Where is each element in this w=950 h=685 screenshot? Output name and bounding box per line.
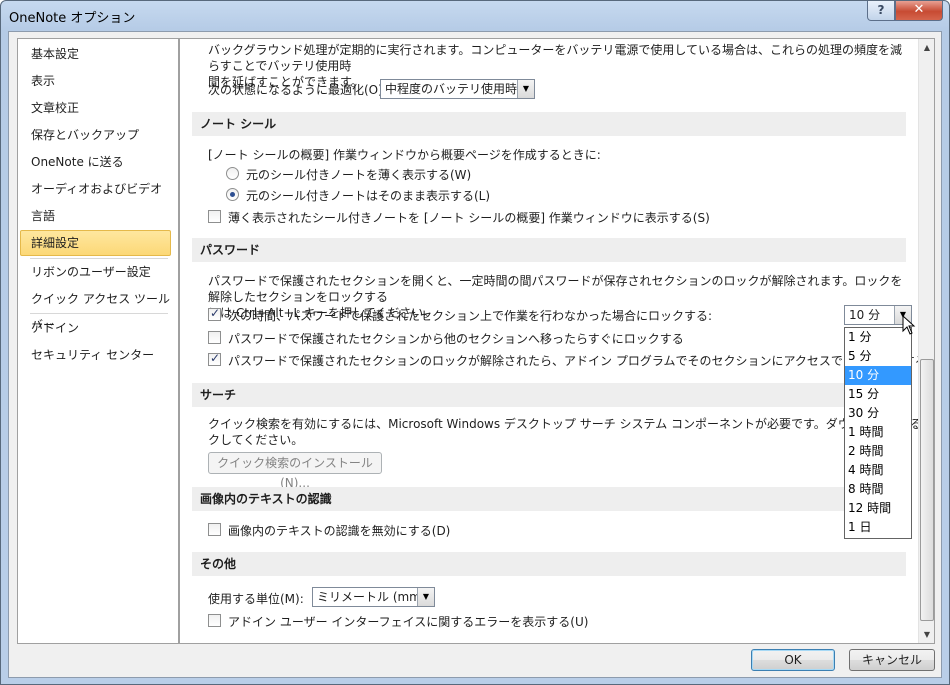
sidebar-item-addins[interactable]: アドイン	[20, 315, 171, 341]
option-5-min[interactable]: 5 分	[845, 347, 911, 366]
checkbox-lock-on-leave-label[interactable]: パスワードで保護されたセクションから他のセクションへ移ったらすぐにロックする	[228, 330, 684, 347]
lock-time-options[interactable]: 1 分 5 分 10 分 15 分 30 分 1 時間 2 時間 4 時間 8 …	[844, 327, 912, 539]
sidebar-item-customize-ribbon[interactable]: リボンのユーザー設定	[20, 259, 171, 285]
checkbox-addin-access[interactable]	[208, 351, 221, 366]
sidebar-item-general[interactable]: 基本設定	[20, 41, 171, 67]
checkbox-disable-ocr[interactable]	[208, 523, 221, 536]
search-description: クイック検索を有効にするには、Microsoft Windows デスクトップ …	[208, 416, 935, 448]
checkbox-lock-on-leave[interactable]	[208, 331, 221, 344]
sidebar-item-trust-center[interactable]: セキュリティ センター	[20, 342, 171, 368]
dialog-body: 基本設定 表示 文章校正 保存とバックアップ OneNote に送る オーディオ…	[8, 31, 942, 678]
option-12-hours[interactable]: 12 時間	[845, 499, 911, 518]
sidebar-item-audio-video[interactable]: オーディオおよびビデオ	[20, 176, 171, 202]
help-button[interactable]: ?	[867, 1, 895, 21]
section-header-note-seal: ノート シール	[192, 112, 906, 136]
mouse-cursor-icon	[902, 315, 916, 335]
ok-button[interactable]: OK	[751, 649, 835, 671]
option-10-min[interactable]: 10 分	[845, 366, 911, 385]
units-value: ミリメートル (mm)	[317, 590, 426, 604]
scroll-thumb[interactable]	[920, 359, 934, 621]
note-seal-intro: [ノート シールの概要] 作業ウィンドウから概要ページを作成するときに:	[208, 148, 601, 162]
sidebar-divider	[30, 313, 168, 314]
sidebar-item-display[interactable]: 表示	[20, 68, 171, 94]
options-dialog: OneNote オプション ? ✕ 基本設定 表示 文章校正 保存とバックアップ…	[0, 0, 950, 685]
section-header-ocr: 画像内のテキストの認識	[192, 487, 906, 511]
section-header-password: パスワード	[192, 238, 906, 262]
battery-desc-line1: バックグラウンド処理が定期的に実行されます。コンピューターをバッテリ電源で使用し…	[208, 43, 902, 73]
section-header-other: その他	[192, 552, 906, 576]
sidebar-item-advanced[interactable]: 詳細設定	[20, 230, 171, 256]
option-1-hour[interactable]: 1 時間	[845, 423, 911, 442]
optimize-value: 中程度のバッテリ使用時間	[385, 82, 530, 96]
units-label: 使用する単位(M):	[208, 592, 304, 606]
lock-time-value: 10 分	[849, 308, 881, 322]
option-15-min[interactable]: 15 分	[845, 385, 911, 404]
scroll-up-icon[interactable]: ▲	[919, 39, 934, 56]
checkbox-addin-errors-label[interactable]: アドイン ユーザー インターフェイスに関するエラーを表示する(U)	[228, 613, 588, 630]
checkbox-show-dimmed[interactable]	[208, 210, 221, 223]
radio-keep-original[interactable]	[226, 188, 239, 201]
sidebar-item-quick-access-toolbar[interactable]: クイック アクセス ツール バー	[20, 286, 171, 332]
window-title: OneNote オプション	[9, 11, 136, 26]
checkbox-disable-ocr-label[interactable]: 画像内のテキストの認識を無効にする(D)	[228, 522, 450, 539]
checkbox-addin-access-label[interactable]: パスワードで保護されたセクションのロックが解除されたら、アドイン プログラムでそ…	[228, 352, 927, 369]
checkbox-show-dimmed-label[interactable]: 薄く表示されたシール付きノートを [ノート シールの概要] 作業ウィンドウに表示…	[228, 209, 710, 226]
search-desc-line2: クしてください。	[208, 433, 304, 447]
scroll-down-icon[interactable]: ▼	[919, 626, 934, 643]
checkbox-lock-after-label[interactable]: 次の時間、パスワードで保護されたセクション上で作業を行わなかった場合にロックする…	[228, 307, 712, 324]
title-bar[interactable]: OneNote オプション ? ✕	[1, 1, 949, 31]
section-header-search: サーチ	[192, 383, 906, 407]
password-desc-line1: パスワードで保護されたセクションを開くと、一定時間の間パスワードが保存されセクシ…	[208, 274, 903, 304]
radio-keep-original-label[interactable]: 元のシール付きノートはそのまま表示する(L)	[246, 187, 490, 204]
chevron-down-icon[interactable]: ▼	[517, 80, 534, 98]
close-button[interactable]: ✕	[895, 1, 943, 21]
cancel-button[interactable]: キャンセル	[849, 649, 935, 671]
radio-dim-original[interactable]	[226, 167, 239, 180]
option-1-day[interactable]: 1 日	[845, 518, 911, 537]
install-quick-search-button[interactable]: クイック検索のインストール(N)...	[208, 452, 382, 490]
option-2-hours[interactable]: 2 時間	[845, 442, 911, 461]
option-4-hours[interactable]: 4 時間	[845, 461, 911, 480]
sidebar-item-proofing[interactable]: 文章校正	[20, 95, 171, 121]
checkbox-addin-errors[interactable]	[208, 614, 221, 627]
sidebar-item-save-backup[interactable]: 保存とバックアップ	[20, 122, 171, 148]
chevron-down-icon[interactable]: ▼	[417, 588, 434, 606]
vertical-scrollbar[interactable]: ▲ ▼	[918, 39, 934, 643]
sidebar-item-language[interactable]: 言語	[20, 203, 171, 229]
optimize-dropdown[interactable]: 中程度のバッテリ使用時間 ▼	[380, 79, 535, 99]
settings-panel: バックグラウンド処理が定期的に実行されます。コンピューターをバッテリ電源で使用し…	[179, 38, 935, 644]
search-desc-line1: クイック検索を有効にするには、Microsoft Windows デスクトップ …	[208, 417, 935, 431]
option-8-hours[interactable]: 8 時間	[845, 480, 911, 499]
option-30-min[interactable]: 30 分	[845, 404, 911, 423]
checkbox-lock-after[interactable]	[208, 306, 221, 321]
category-list: 基本設定 表示 文章校正 保存とバックアップ OneNote に送る オーディオ…	[17, 38, 179, 644]
sidebar-item-send-to-onenote[interactable]: OneNote に送る	[20, 149, 171, 175]
optimize-label: 次の状態になるように最適化(O):	[208, 83, 387, 97]
radio-dim-original-label[interactable]: 元のシール付きノートを薄く表示する(W)	[246, 166, 471, 183]
units-dropdown[interactable]: ミリメートル (mm) ▼	[312, 587, 435, 607]
